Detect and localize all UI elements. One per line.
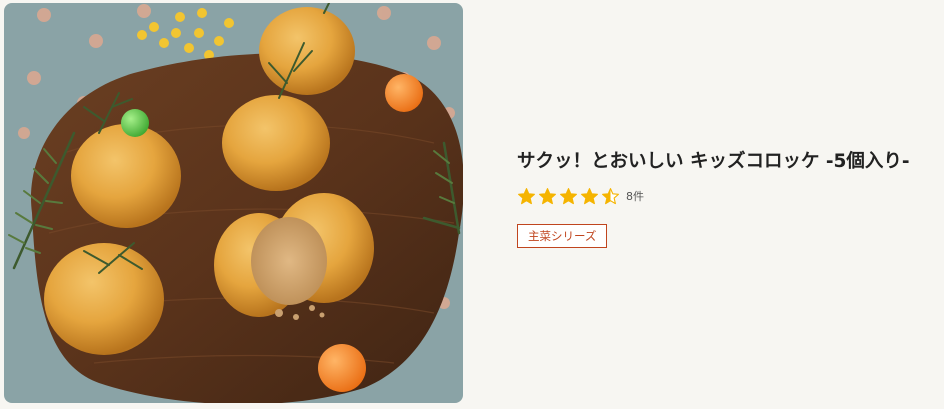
star-rating	[517, 187, 620, 206]
product-card: サクッ！とおいしい キッズコロッケ -5個入り- 8件 主菜シリーズ	[0, 0, 944, 409]
category-tag[interactable]: 主菜シリーズ	[517, 224, 608, 248]
review-count[interactable]: 8件	[626, 188, 644, 204]
star-full-icon	[539, 187, 556, 204]
rating-row: 8件	[517, 186, 937, 206]
product-info: サクッ！とおいしい キッズコロッケ -5個入り- 8件 主菜シリーズ	[517, 150, 937, 248]
star-full-icon	[518, 187, 535, 204]
star-full-icon	[560, 187, 577, 204]
croquette-photo-illustration	[4, 3, 463, 403]
star-half-icon	[602, 187, 619, 204]
product-photo[interactable]	[4, 3, 463, 403]
product-title[interactable]: サクッ！とおいしい キッズコロッケ -5個入り-	[517, 150, 937, 174]
star-full-icon	[581, 187, 598, 204]
